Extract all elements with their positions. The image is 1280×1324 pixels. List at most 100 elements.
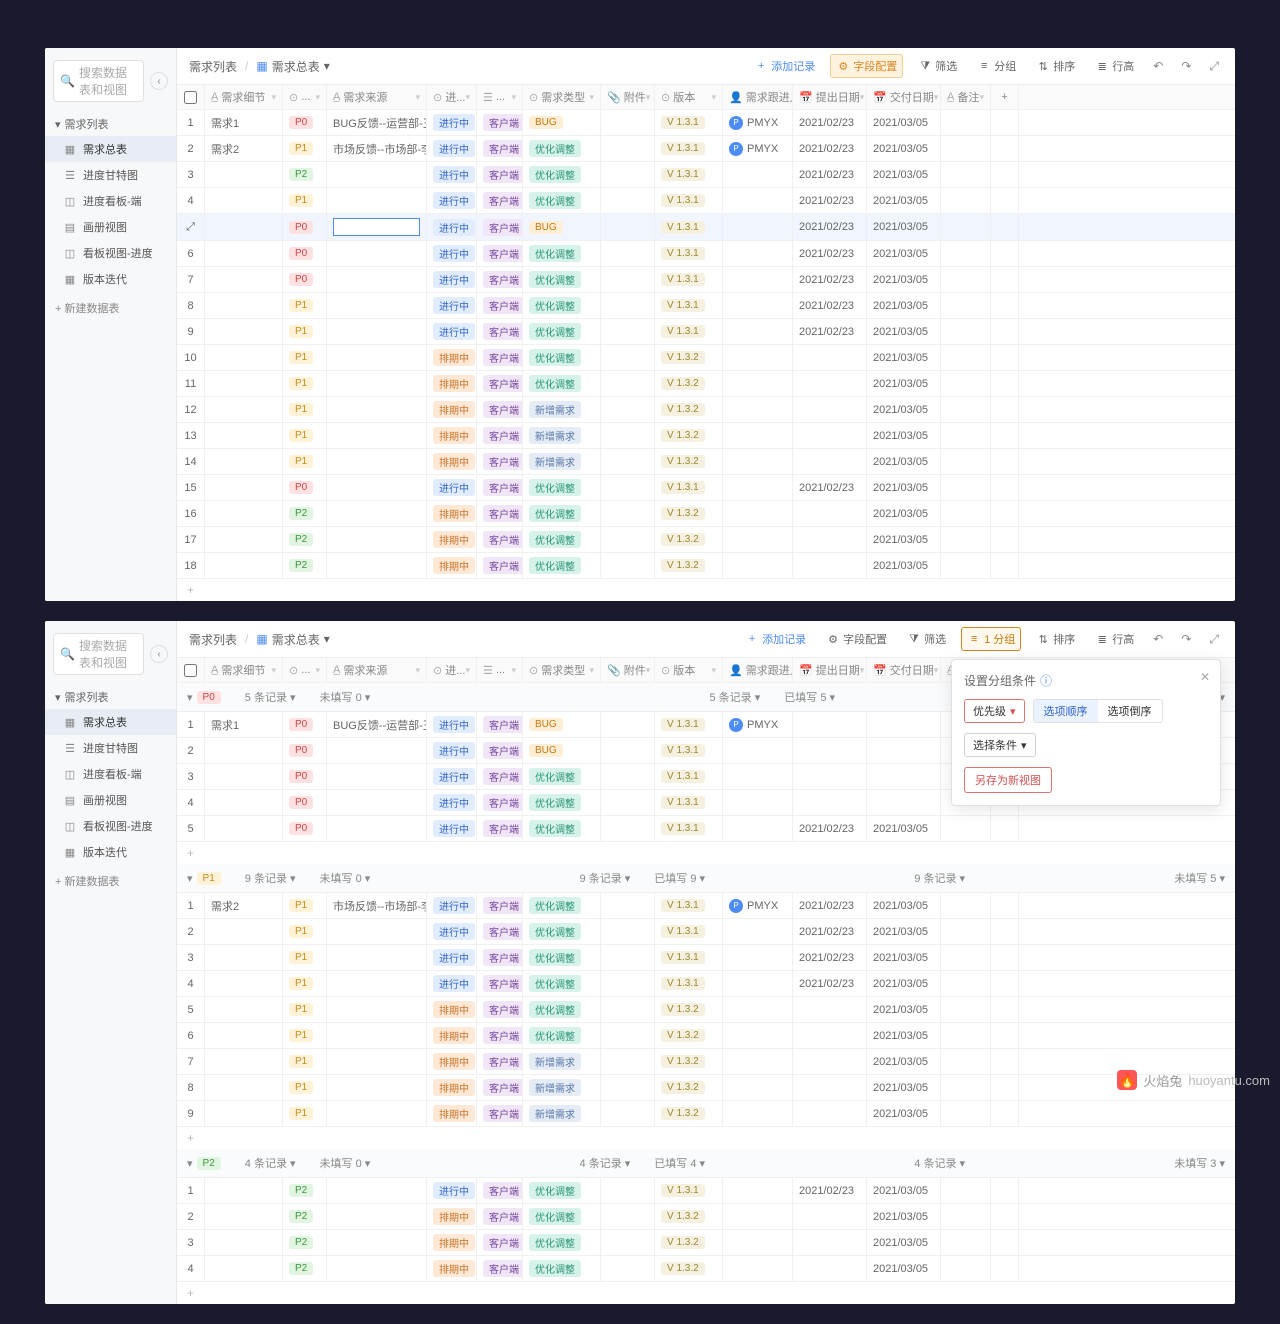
cell-attachment[interactable] bbox=[601, 893, 655, 918]
cell-type[interactable]: 优化调整 bbox=[523, 293, 601, 318]
cell-priority[interactable]: P1 bbox=[283, 997, 327, 1022]
cell-version[interactable]: V 1.3.1 bbox=[655, 1178, 723, 1203]
cell-progress[interactable]: 排期中 bbox=[427, 501, 477, 526]
cell-deliver-date[interactable]: 2021/03/05 bbox=[867, 1049, 941, 1074]
cell-version[interactable]: V 1.3.1 bbox=[655, 214, 723, 240]
cell-deliver-date[interactable]: 2021/03/05 bbox=[867, 267, 941, 292]
cell-note[interactable] bbox=[941, 1230, 991, 1255]
cell-attachment[interactable] bbox=[601, 397, 655, 422]
cell-progress[interactable]: 进行中 bbox=[427, 712, 477, 737]
sidebar-group-label[interactable]: ▾ 需求列表 bbox=[45, 112, 176, 136]
cell-priority[interactable]: P1 bbox=[283, 136, 327, 161]
col-source[interactable]: A̲需求来源▾ bbox=[327, 658, 427, 682]
search-input[interactable]: 🔍 搜索数据表和视图 bbox=[53, 60, 144, 102]
cell-progress[interactable]: 进行中 bbox=[427, 816, 477, 841]
cell-platform[interactable]: 客户端 bbox=[477, 1256, 523, 1281]
cell-priority[interactable]: P2 bbox=[283, 553, 327, 578]
cell-version[interactable]: V 1.3.2 bbox=[655, 397, 723, 422]
cell-type[interactable]: 优化调整 bbox=[523, 1256, 601, 1281]
sidebar-item[interactable]: ☰进度甘特图 bbox=[45, 735, 176, 761]
cell-source[interactable] bbox=[327, 371, 427, 396]
group-header[interactable]: ▾ P24 条记录 ▾未填写 0 ▾4 条记录 ▾已填写 4 ▾4 条记录 ▾未… bbox=[177, 1149, 1235, 1178]
cell-name[interactable] bbox=[205, 945, 283, 970]
cell-submit-date[interactable]: 2021/02/23 bbox=[793, 893, 867, 918]
cell-attachment[interactable] bbox=[601, 971, 655, 996]
cell-name[interactable] bbox=[205, 527, 283, 552]
cell-type[interactable]: 优化调整 bbox=[523, 1230, 601, 1255]
cell-version[interactable]: V 1.3.2 bbox=[655, 371, 723, 396]
cell-priority[interactable]: P0 bbox=[283, 475, 327, 500]
cell-source[interactable] bbox=[327, 214, 427, 240]
cell-deliver-date[interactable]: 2021/03/05 bbox=[867, 919, 941, 944]
col-platform[interactable]: ☰...▾ bbox=[477, 658, 523, 682]
cell-progress[interactable]: 进行中 bbox=[427, 1178, 477, 1203]
cell-progress[interactable]: 进行中 bbox=[427, 971, 477, 996]
cell-progress[interactable]: 排期中 bbox=[427, 1256, 477, 1281]
cell-name[interactable] bbox=[205, 319, 283, 344]
col-owner[interactable]: 👤需求跟进人▾ bbox=[723, 658, 793, 682]
cell-owner[interactable] bbox=[723, 1256, 793, 1281]
cell-note[interactable] bbox=[941, 919, 991, 944]
cell-platform[interactable]: 客户端 bbox=[477, 1230, 523, 1255]
filter-button[interactable]: ⧩筛选 bbox=[913, 55, 962, 77]
col-deliver-date[interactable]: 📅交付日期▾ bbox=[867, 658, 941, 682]
cell-version[interactable]: V 1.3.1 bbox=[655, 738, 723, 763]
cell-source[interactable] bbox=[327, 945, 427, 970]
cell-attachment[interactable] bbox=[601, 319, 655, 344]
cell-priority[interactable]: P1 bbox=[283, 945, 327, 970]
cell-note[interactable] bbox=[941, 371, 991, 396]
cell-priority[interactable]: P0 bbox=[283, 241, 327, 266]
search-input[interactable]: 🔍 搜索数据表和视图 bbox=[53, 633, 144, 675]
cell-source[interactable] bbox=[327, 241, 427, 266]
cell-type[interactable]: 优化调整 bbox=[523, 919, 601, 944]
sidebar-item[interactable]: ◫进度看板-端 bbox=[45, 761, 176, 787]
cell-type[interactable]: 优化调整 bbox=[523, 136, 601, 161]
row-height-button[interactable]: ≣行高 bbox=[1090, 55, 1139, 77]
cell-note[interactable] bbox=[941, 423, 991, 448]
redo-button[interactable]: ↷ bbox=[1177, 630, 1195, 648]
cell-platform[interactable]: 客户端 bbox=[477, 527, 523, 552]
cell-version[interactable]: V 1.3.2 bbox=[655, 1101, 723, 1126]
cell-name[interactable] bbox=[205, 790, 283, 815]
cell-version[interactable]: V 1.3.1 bbox=[655, 110, 723, 135]
cell-note[interactable] bbox=[941, 162, 991, 187]
collapse-sidebar-button[interactable]: ‹ bbox=[150, 645, 168, 663]
cell-type[interactable]: 新增需求 bbox=[523, 449, 601, 474]
cell-version[interactable]: V 1.3.1 bbox=[655, 162, 723, 187]
table-row[interactable]: 4P2排期中客户端优化调整V 1.3.22021/03/05 bbox=[177, 1256, 1235, 1282]
cell-attachment[interactable] bbox=[601, 738, 655, 763]
cell-submit-date[interactable]: 2021/02/23 bbox=[793, 919, 867, 944]
cell-progress[interactable]: 排期中 bbox=[427, 449, 477, 474]
table-row[interactable]: 9P1进行中客户端优化调整V 1.3.12021/02/232021/03/05 bbox=[177, 319, 1235, 345]
add-table-button[interactable]: + 新建数据表 bbox=[45, 292, 176, 324]
cell-name[interactable]: 需求2 bbox=[205, 893, 283, 918]
cell-source[interactable] bbox=[327, 1101, 427, 1126]
cell-platform[interactable]: 客户端 bbox=[477, 1049, 523, 1074]
cell-source[interactable] bbox=[327, 423, 427, 448]
cell-attachment[interactable] bbox=[601, 1023, 655, 1048]
order-asc-button[interactable]: 选项顺序 bbox=[1034, 700, 1098, 722]
cell-priority[interactable]: P1 bbox=[283, 319, 327, 344]
cell-owner[interactable] bbox=[723, 1178, 793, 1203]
cell-version[interactable]: V 1.3.2 bbox=[655, 345, 723, 370]
add-row-button[interactable]: + bbox=[177, 842, 1235, 864]
cell-priority[interactable]: P1 bbox=[283, 293, 327, 318]
cell-deliver-date[interactable]: 2021/03/05 bbox=[867, 1023, 941, 1048]
cell-priority[interactable]: P1 bbox=[283, 893, 327, 918]
cell-name[interactable] bbox=[205, 371, 283, 396]
cell-source[interactable] bbox=[327, 790, 427, 815]
cell-submit-date[interactable] bbox=[793, 1075, 867, 1100]
cell-version[interactable]: V 1.3.1 bbox=[655, 945, 723, 970]
cell-type[interactable]: 优化调整 bbox=[523, 997, 601, 1022]
cell-owner[interactable] bbox=[723, 214, 793, 240]
add-table-button[interactable]: + 新建数据表 bbox=[45, 865, 176, 897]
sidebar-item[interactable]: ◫进度看板-端 bbox=[45, 188, 176, 214]
cell-priority[interactable]: P1 bbox=[283, 919, 327, 944]
table-row[interactable]: 2需求2P1市场反馈--市场部-李小明进行中客户端优化调整V 1.3.1PPMY… bbox=[177, 136, 1235, 162]
cell-attachment[interactable] bbox=[601, 345, 655, 370]
cell-platform[interactable]: 客户端 bbox=[477, 997, 523, 1022]
cell-priority[interactable]: P2 bbox=[283, 1256, 327, 1281]
col-note[interactable]: A̲备注▾ bbox=[941, 85, 991, 109]
close-icon[interactable]: ✕ bbox=[1200, 670, 1210, 684]
cell-type[interactable]: 优化调整 bbox=[523, 475, 601, 500]
